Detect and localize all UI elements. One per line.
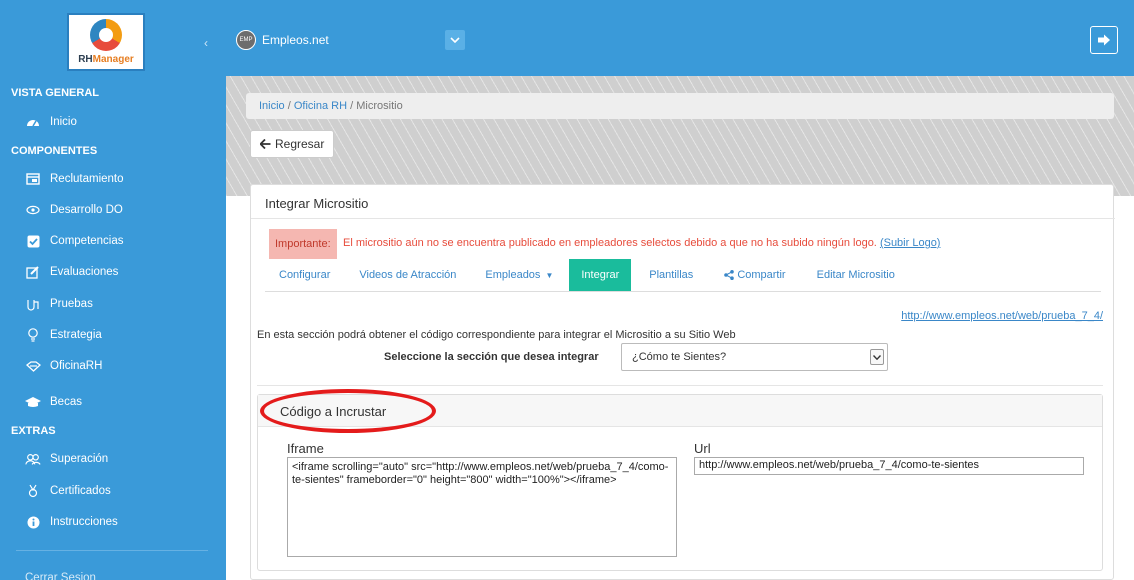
sidebar: RHManager ‹ VISTA GENERAL Inicio COMPONE… [0, 0, 226, 580]
section-componentes: COMPONENTES [11, 145, 98, 157]
sidebar-item-becas[interactable]: Becas [0, 388, 226, 416]
iframe-label: Iframe [287, 441, 324, 456]
tabs-underline [265, 291, 1101, 292]
important-badge: Importante: [269, 229, 337, 259]
graduation-cap-icon [25, 395, 41, 409]
sidebar-item-inicio[interactable]: Inicio [0, 108, 226, 136]
caret-down-icon: ▼ [545, 270, 554, 280]
url-field[interactable]: http://www.empleos.net/web/prueba_7_4/co… [694, 457, 1084, 475]
panel-title: Integrar Micrositio [265, 196, 369, 211]
certificate-icon [25, 484, 41, 498]
sidebar-item-logout[interactable]: Cerrar Sesion [25, 572, 96, 580]
brand-dropdown-button[interactable] [445, 30, 465, 50]
tab-compartir[interactable]: Compartir [724, 259, 786, 291]
sidebar-item-pruebas[interactable]: Pruebas [0, 290, 226, 318]
arrow-left-icon [260, 139, 271, 149]
tab-editar-micrositio[interactable]: Editar Micrositio [817, 259, 895, 291]
chevron-down-icon [450, 37, 460, 43]
upload-logo-link[interactable]: (Subir Logo) [880, 237, 941, 249]
alert-message: El micrositio aún no se encuentra public… [343, 237, 941, 249]
panel-divider [251, 218, 1115, 219]
sidebar-item-superacion[interactable]: Superación [0, 445, 226, 473]
section-vista-general: VISTA GENERAL [11, 87, 100, 99]
handshake-icon [25, 359, 41, 373]
logo-mark-icon [90, 19, 122, 51]
tab-empleados[interactable]: Empleados ▼ [485, 259, 553, 291]
annotation-circle [260, 389, 436, 433]
lightbulb-icon [25, 328, 41, 342]
checkbox-icon [25, 234, 41, 248]
tab-configurar[interactable]: Configurar [279, 259, 330, 291]
sidebar-item-evaluaciones[interactable]: Evaluaciones [0, 258, 226, 286]
integration-description: En esta sección podrá obtener el código … [257, 329, 736, 341]
section-divider [257, 385, 1103, 386]
iframe-code-textarea[interactable]: <iframe scrolling="auto" src="http://www… [287, 457, 677, 557]
tab-integrar[interactable]: Integrar [569, 259, 632, 291]
back-button[interactable]: Regresar [250, 130, 335, 158]
main-content: Inicio / Oficina RH / Micrositio Regresa… [226, 76, 1134, 580]
info-icon [25, 515, 41, 529]
breadcrumb-current: Micrositio [356, 100, 403, 112]
edit-icon [25, 265, 41, 279]
group-icon [25, 452, 41, 466]
embed-code-header: Código a Incrustar [258, 389, 1102, 433]
section-select-label: Seleccione la sección que desea integrar [384, 351, 599, 363]
breadcrumb: Inicio / Oficina RH / Micrositio [246, 93, 1114, 119]
eye-icon [25, 203, 41, 217]
url-label: Url [694, 441, 711, 456]
share-icon [724, 270, 735, 280]
dashboard-icon [25, 115, 41, 129]
sign-out-icon [1097, 34, 1110, 46]
sidebar-item-estrategia[interactable]: Estrategia [0, 321, 226, 349]
tab-videos-atraccion[interactable]: Videos de Atracción [359, 259, 456, 291]
sidebar-item-certificados[interactable]: Certificados [0, 477, 226, 505]
logout-button[interactable] [1090, 26, 1118, 54]
breadcrumb-oficina-rh[interactable]: Oficina RH [294, 100, 347, 112]
embed-code-panel: Código a Incrustar Iframe <iframe scroll… [257, 389, 1103, 571]
sidebar-item-competencias[interactable]: Competencias [0, 227, 226, 255]
section-select[interactable]: ¿Cómo te Sientes? [621, 343, 888, 371]
flask-icon [25, 297, 41, 311]
collapse-sidebar-icon[interactable]: ‹ [204, 36, 208, 50]
sidebar-item-reclutamiento[interactable]: Reclutamiento [0, 165, 226, 193]
app-logo[interactable]: RHManager [67, 13, 145, 71]
logo-text: RHManager [78, 54, 134, 65]
window-icon [25, 172, 41, 186]
section-extras: EXTRAS [11, 425, 56, 437]
sidebar-item-desarrollo-do[interactable]: Desarrollo DO [0, 196, 226, 224]
microsite-url-link[interactable]: http://www.empleos.net/web/prueba_7_4/ [901, 310, 1103, 322]
tab-plantillas[interactable]: Plantillas [649, 259, 693, 291]
brand-logo-icon: EMP [236, 30, 256, 50]
integrar-micrositio-panel: Integrar Micrositio Importante: El micro… [250, 184, 1115, 580]
brand-name[interactable]: Empleos.net [262, 33, 329, 47]
top-navbar: EMP Empleos.net [226, 0, 1134, 76]
sidebar-divider [16, 550, 208, 551]
sidebar-item-oficinarh[interactable]: OficinaRH [0, 352, 226, 380]
sidebar-item-instrucciones[interactable]: Instrucciones [0, 508, 226, 536]
chevron-down-icon [870, 349, 884, 365]
tab-bar: Configurar Videos de Atracción Empleados… [279, 259, 895, 291]
breadcrumb-home[interactable]: Inicio [259, 100, 285, 112]
